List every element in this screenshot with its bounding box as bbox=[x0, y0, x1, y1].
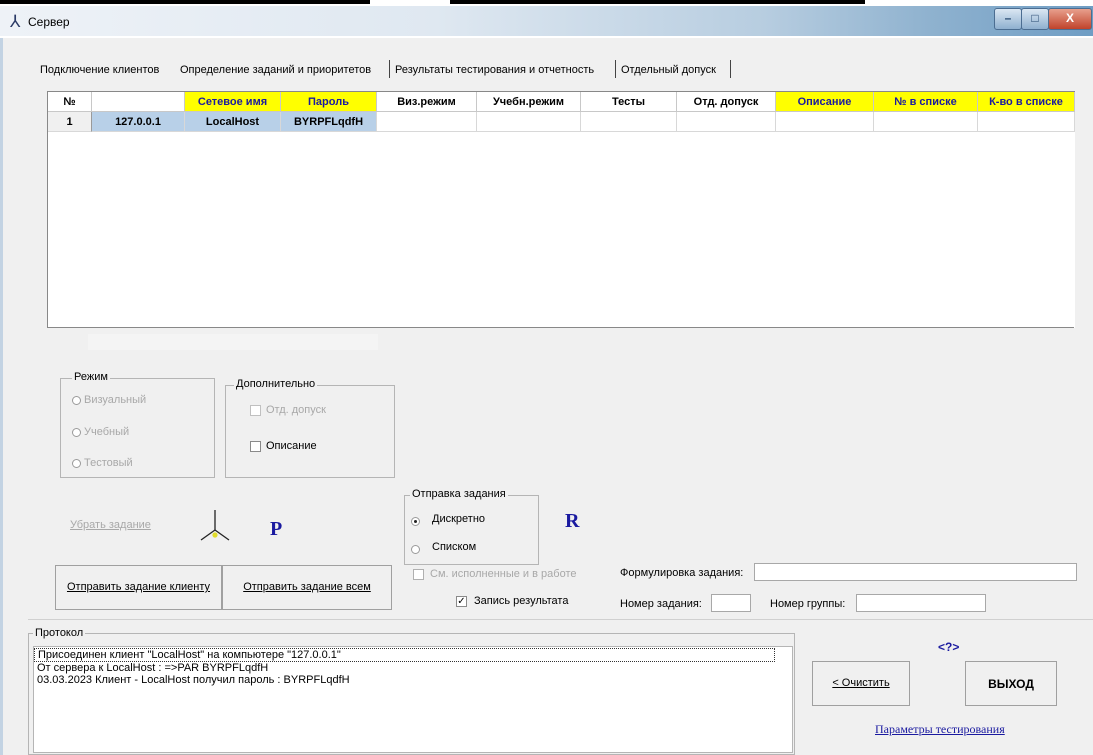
separate-access-cell[interactable] bbox=[677, 112, 776, 132]
maximize-button[interactable]: □ bbox=[1021, 8, 1049, 30]
training-mode-radio[interactable] bbox=[72, 428, 81, 437]
extra-group bbox=[225, 385, 395, 478]
send-task-all-button[interactable]: Отправить задание всем bbox=[222, 565, 392, 610]
list-number-cell[interactable] bbox=[874, 112, 978, 132]
grid-scroll-area bbox=[88, 334, 378, 350]
window-left-border bbox=[0, 38, 3, 755]
group-number-field[interactable] bbox=[856, 594, 986, 612]
app-icon: ⅄ bbox=[10, 12, 21, 32]
send-task-client-label: Отправить задание клиенту bbox=[66, 581, 211, 593]
column-header-visual-mode[interactable]: Виз.режим bbox=[377, 92, 477, 112]
show-done-label: См. исполненные и в работе bbox=[430, 568, 577, 580]
title-bar-mask-right bbox=[450, 0, 865, 4]
tab-separator bbox=[389, 60, 390, 78]
tab-task-definition[interactable]: Определение заданий и приоритетов bbox=[176, 62, 375, 78]
clear-button-label: < Очистить bbox=[832, 677, 890, 689]
column-header-password[interactable]: Пароль bbox=[281, 92, 377, 112]
password-cell[interactable]: BYRPFLqdfH bbox=[281, 112, 377, 132]
tab-separator bbox=[730, 60, 731, 78]
column-header-address[interactable] bbox=[92, 92, 185, 112]
protocol-log[interactable]: Присоединен клиент "LocalHost" на компью… bbox=[33, 646, 793, 753]
row-number-cell[interactable]: 1 bbox=[48, 112, 92, 132]
tests-cell[interactable] bbox=[581, 112, 677, 132]
window-title: Сервер bbox=[28, 15, 70, 29]
mode-group-legend: Режим bbox=[72, 371, 110, 383]
p-marker: P bbox=[270, 518, 283, 540]
task-wording-field[interactable] bbox=[754, 563, 1077, 581]
column-header-number[interactable]: № bbox=[48, 92, 92, 112]
send-mode-group bbox=[404, 495, 539, 565]
clear-button[interactable]: < Очистить bbox=[812, 661, 910, 706]
show-done-checkbox[interactable] bbox=[413, 569, 424, 580]
column-header-training-mode[interactable]: Учебн.режим bbox=[477, 92, 581, 112]
exit-button-label: ВЫХОД bbox=[988, 677, 1034, 691]
visual-mode-radio[interactable] bbox=[72, 396, 81, 405]
test-params-link[interactable]: Параметры тестирования bbox=[875, 722, 1005, 737]
remove-task-link[interactable]: Убрать задание bbox=[70, 519, 151, 531]
discrete-label: Дискретно bbox=[432, 513, 486, 525]
training-mode-label: Учебный bbox=[84, 426, 130, 438]
test-mode-radio[interactable] bbox=[72, 459, 81, 468]
description-cell[interactable] bbox=[776, 112, 874, 132]
divider bbox=[28, 619, 1093, 620]
protocol-line[interactable]: От сервера к LocalHost : =>PAR BYRPFLqdf… bbox=[34, 662, 792, 674]
title-bar-mask-left bbox=[0, 0, 370, 4]
clients-grid[interactable]: № Сетевое имя Пароль Виз.режим Учебн.реж… bbox=[47, 91, 1075, 328]
protocol-legend: Протокол bbox=[33, 627, 86, 639]
task-wording-label: Формулировка задания: bbox=[620, 567, 744, 579]
separate-access-label: Отд. допуск bbox=[266, 404, 326, 416]
list-label: Списком bbox=[432, 541, 477, 553]
help-marker[interactable]: <?> bbox=[938, 640, 959, 654]
exit-button[interactable]: ВЫХОД bbox=[965, 661, 1057, 706]
network-name-cell[interactable]: LocalHost bbox=[185, 112, 281, 132]
record-result-checkbox[interactable]: ✓ bbox=[456, 596, 467, 607]
extra-group-legend: Дополнительно bbox=[234, 378, 318, 390]
address-cell[interactable]: 127.0.0.1 bbox=[92, 112, 185, 132]
r-marker: R bbox=[565, 510, 580, 532]
column-header-description[interactable]: Описание bbox=[776, 92, 874, 112]
minimize-button[interactable]: – bbox=[994, 8, 1022, 30]
tab-client-connection[interactable]: Подключение клиентов bbox=[36, 62, 163, 78]
protocol-line[interactable]: Присоединен клиент "LocalHost" на компью… bbox=[34, 648, 775, 662]
title-bar-gradient bbox=[0, 6, 1093, 36]
visual-mode-label: Визуальный bbox=[84, 394, 147, 406]
send-mode-legend: Отправка задания bbox=[410, 488, 508, 500]
protocol-line[interactable]: 03.03.2023 Клиент - LocalHost получил па… bbox=[34, 674, 792, 686]
training-mode-cell[interactable] bbox=[477, 112, 581, 132]
separate-access-checkbox[interactable] bbox=[250, 405, 261, 416]
description-checkbox[interactable] bbox=[250, 441, 261, 452]
column-header-network-name[interactable]: Сетевое имя bbox=[185, 92, 281, 112]
task-number-field[interactable] bbox=[711, 594, 751, 612]
column-header-list-count[interactable]: К-во в списке bbox=[978, 92, 1075, 112]
group-number-label: Номер группы: bbox=[770, 598, 846, 610]
fan-icon bbox=[200, 510, 230, 541]
send-task-client-button[interactable]: Отправить задание клиенту bbox=[55, 565, 222, 610]
description-label: Описание bbox=[266, 440, 317, 452]
send-task-all-label: Отправить задание всем bbox=[243, 581, 371, 593]
tab-test-results[interactable]: Результаты тестирования и отчетность bbox=[391, 62, 598, 78]
visual-mode-cell[interactable] bbox=[377, 112, 477, 132]
list-count-cell[interactable] bbox=[978, 112, 1075, 132]
discrete-radio[interactable] bbox=[411, 517, 420, 526]
test-mode-label: Тестовый bbox=[84, 457, 133, 469]
record-result-label: Запись результата bbox=[474, 595, 569, 607]
close-button[interactable]: X bbox=[1048, 8, 1092, 30]
column-header-list-number[interactable]: № в списке bbox=[874, 92, 978, 112]
tab-separator bbox=[615, 60, 616, 78]
title-bar bbox=[0, 0, 1093, 38]
column-header-tests[interactable]: Тесты bbox=[581, 92, 677, 112]
list-radio[interactable] bbox=[411, 545, 420, 554]
column-header-separate-access[interactable]: Отд. допуск bbox=[677, 92, 776, 112]
tab-separate-access[interactable]: Отдельный допуск bbox=[617, 62, 720, 78]
grid-bottom-border bbox=[47, 327, 1074, 328]
task-number-label: Номер задания: bbox=[620, 598, 702, 610]
